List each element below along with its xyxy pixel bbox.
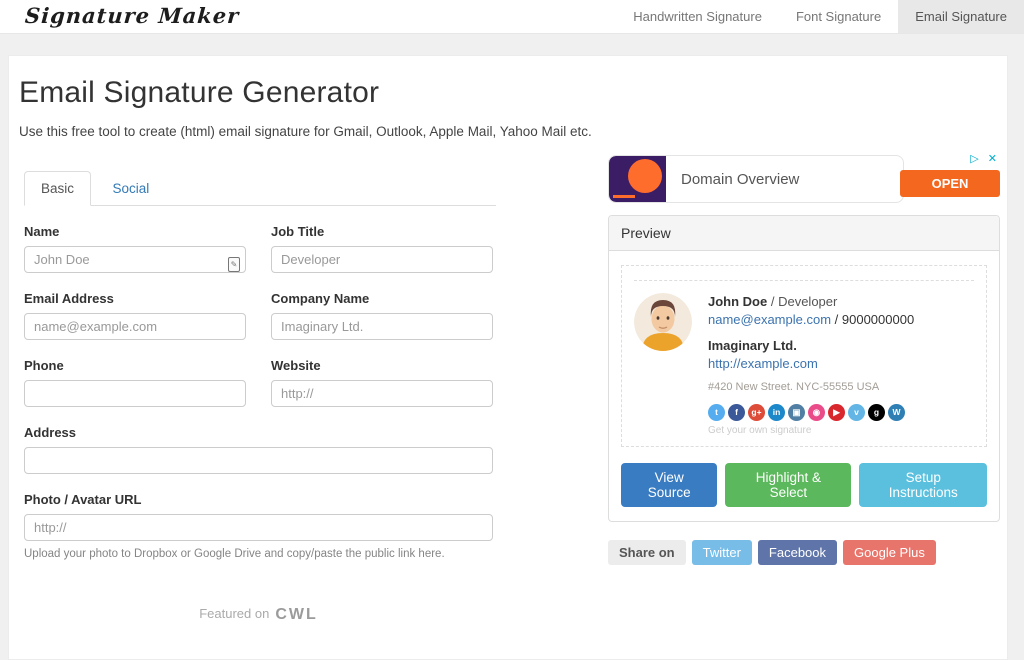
signature-social-icons: tfg+in▣◉▶vgW xyxy=(708,404,914,421)
signature-contact-line: name@example.com / 9000000000 xyxy=(708,311,914,329)
photo-help-text: Upload your photo to Dropbox or Google D… xyxy=(24,548,493,560)
signature-company: Imaginary Ltd. xyxy=(708,337,914,355)
name-input[interactable] xyxy=(24,246,246,273)
featured-label: Featured on xyxy=(199,606,269,621)
dribbble-icon[interactable]: ◉ xyxy=(808,404,825,421)
adchoices-icon[interactable]: ▷ xyxy=(970,153,981,165)
ad-headline[interactable]: Domain Overview xyxy=(666,171,799,188)
github-icon[interactable]: g xyxy=(868,404,885,421)
ad-banner: Domain Overview ▷ ✕ OPEN xyxy=(608,149,1000,205)
nav-handwritten-signature[interactable]: Handwritten Signature xyxy=(616,0,779,33)
signature-job: Developer xyxy=(778,294,837,309)
share-facebook-button[interactable]: Facebook xyxy=(758,540,837,565)
job-title-label: Job Title xyxy=(271,224,493,239)
phone-input[interactable] xyxy=(24,380,246,407)
name-label: Name xyxy=(24,224,246,239)
wordpress-icon[interactable]: W xyxy=(888,404,905,421)
highlight-select-button[interactable]: Highlight & Select xyxy=(725,463,851,507)
website-input[interactable] xyxy=(271,380,493,407)
email-input[interactable] xyxy=(24,313,246,340)
page-subtitle: Use this free tool to create (html) emai… xyxy=(19,124,993,139)
company-input[interactable] xyxy=(271,313,493,340)
share-google-plus-button[interactable]: Google Plus xyxy=(843,540,936,565)
top-navbar: Signature Maker Handwritten Signature Fo… xyxy=(0,0,1024,34)
signature-name: John Doe xyxy=(708,294,767,309)
photo-url-label: Photo / Avatar URL xyxy=(24,492,493,507)
signature-address: #420 New Street. NYC-55555 USA xyxy=(708,380,914,395)
twitter-icon[interactable]: t xyxy=(708,404,725,421)
setup-instructions-button[interactable]: Setup Instructions xyxy=(859,463,987,507)
site-logo[interactable]: Signature Maker xyxy=(0,0,240,33)
tab-social[interactable]: Social xyxy=(95,171,166,206)
ad-open-button[interactable]: OPEN xyxy=(900,170,1000,197)
vimeo-icon[interactable]: v xyxy=(848,404,865,421)
youtube-icon[interactable]: ▶ xyxy=(828,404,845,421)
main-card: Email Signature Generator Use this free … xyxy=(8,55,1008,660)
share-row: Share on Twitter Facebook Google Plus xyxy=(608,540,1000,565)
signature-name-line: John Doe / Developer xyxy=(708,293,914,311)
address-input[interactable] xyxy=(24,447,493,474)
share-twitter-button[interactable]: Twitter xyxy=(692,540,752,565)
phone-label: Phone xyxy=(24,358,246,373)
ad-thumbnail-image xyxy=(609,156,666,202)
signature-preview-box: John Doe / Developer name@example.com / … xyxy=(621,265,987,447)
view-source-button[interactable]: View Source xyxy=(621,463,717,507)
facebook-icon[interactable]: f xyxy=(728,404,745,421)
form-tabs: Basic Social xyxy=(24,171,496,206)
ad-close-icon[interactable]: ✕ xyxy=(988,153,1000,165)
google-plus-icon[interactable]: g+ xyxy=(748,404,765,421)
signature-tagline: Get your own signature xyxy=(708,424,914,438)
job-title-input[interactable] xyxy=(271,246,493,273)
signature-website-link[interactable]: http://example.com xyxy=(708,356,818,371)
share-on-label: Share on xyxy=(608,540,686,565)
tab-basic[interactable]: Basic xyxy=(24,171,91,206)
address-label: Address xyxy=(24,425,493,440)
company-label: Company Name xyxy=(271,291,493,306)
preview-title: Preview xyxy=(609,216,999,251)
website-label: Website xyxy=(271,358,493,373)
page-title: Email Signature Generator xyxy=(19,76,993,110)
photo-url-input[interactable] xyxy=(24,514,493,541)
autofill-icon[interactable]: ✎ xyxy=(228,257,240,272)
avatar xyxy=(634,293,692,351)
main-nav: Handwritten Signature Font Signature Ema… xyxy=(616,0,1024,33)
preview-panel: Preview xyxy=(608,215,1000,522)
ad-link[interactable]: Domain Overview xyxy=(608,155,904,203)
nav-font-signature[interactable]: Font Signature xyxy=(779,0,898,33)
instagram-icon[interactable]: ▣ xyxy=(788,404,805,421)
signature-phone: 9000000000 xyxy=(842,312,914,327)
signature-email-link[interactable]: name@example.com xyxy=(708,312,831,327)
featured-on: Featured on CWL xyxy=(24,606,493,624)
cwl-logo[interactable]: CWL xyxy=(275,606,317,623)
email-label: Email Address xyxy=(24,291,246,306)
nav-email-signature[interactable]: Email Signature xyxy=(898,0,1024,33)
linkedin-icon[interactable]: in xyxy=(768,404,785,421)
